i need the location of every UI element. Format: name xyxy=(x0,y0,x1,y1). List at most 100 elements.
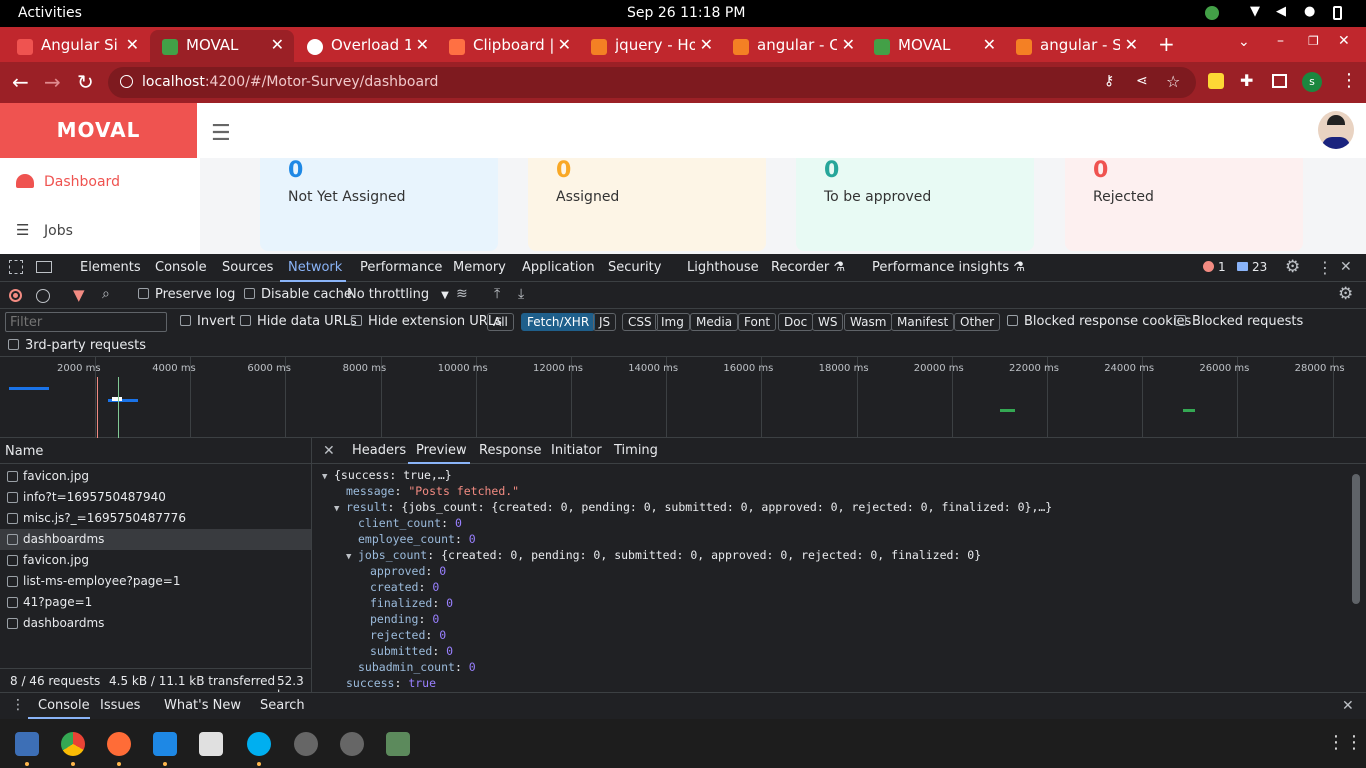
browser-tab[interactable]: Angular Si ✕ xyxy=(5,30,149,62)
close-window-icon[interactable]: ✕ xyxy=(1338,33,1350,49)
devtools-tab-application[interactable]: Application xyxy=(522,260,595,275)
type-filter-css[interactable]: CSS xyxy=(622,313,658,331)
reload-icon[interactable]: ↻ xyxy=(77,70,94,94)
wifi-icon[interactable]: ▼ xyxy=(1250,4,1264,19)
back-icon[interactable]: ← xyxy=(12,70,29,94)
type-filter-doc[interactable]: Doc xyxy=(778,313,814,331)
tab-timing[interactable]: Timing xyxy=(614,443,658,458)
text-editor-app-icon[interactable] xyxy=(199,732,223,756)
drawer-tab-whats-new[interactable]: What's New xyxy=(164,698,241,713)
chrome-menu-icon[interactable]: ⋮ xyxy=(1340,70,1358,91)
tab-response[interactable]: Response xyxy=(479,443,541,458)
files-app-icon[interactable] xyxy=(15,732,39,756)
tab-headers[interactable]: Headers xyxy=(352,443,406,458)
type-filter-other[interactable]: Other xyxy=(954,313,1001,331)
request-row[interactable]: dashboardms xyxy=(0,613,311,634)
filter-funnel-icon[interactable]: ▼ xyxy=(73,286,85,304)
volume-icon[interactable]: ◀ xyxy=(1276,4,1290,19)
close-tab-icon[interactable]: ✕ xyxy=(558,35,571,54)
devtools-tab-console[interactable]: Console xyxy=(155,260,207,275)
profile-icon[interactable]: s xyxy=(1302,72,1322,92)
type-filter-fetch-xhr[interactable]: Fetch/XHR xyxy=(521,313,596,331)
menu-toggle-icon[interactable]: ☰ xyxy=(211,121,231,146)
activities-button[interactable]: Activities xyxy=(18,5,82,21)
message-count-badge[interactable]: 23 xyxy=(1237,260,1267,274)
puzzle-icon[interactable]: ✚ xyxy=(1240,71,1253,90)
type-filter-media[interactable]: Media xyxy=(690,313,739,331)
request-row[interactable]: info?t=1695750487940 xyxy=(0,487,311,508)
third-party-checkbox[interactable]: 3rd-party requests xyxy=(8,338,146,353)
preview-scrollbar[interactable] xyxy=(1352,474,1360,604)
request-row[interactable]: favicon.jpg xyxy=(0,466,311,487)
update-icon[interactable] xyxy=(1205,6,1219,20)
json-root[interactable]: ▼ {success: true,…} xyxy=(322,468,452,482)
share-icon[interactable]: ⋖ xyxy=(1136,73,1148,89)
json-line-result[interactable]: ▼ result: {jobs_count: {created: 0, pendi… xyxy=(334,500,1052,514)
new-tab-icon[interactable]: + xyxy=(1158,32,1175,56)
error-count-badge[interactable]: 1 xyxy=(1203,260,1226,274)
browser-tab[interactable]: Clipboard | ✕ xyxy=(437,30,581,62)
browser-tab[interactable]: angular - S ✕ xyxy=(1004,30,1148,62)
type-filter-all[interactable]: All xyxy=(487,313,514,331)
close-devtools-icon[interactable]: ✕ xyxy=(1340,259,1352,275)
tab-search-icon[interactable]: ⌄ xyxy=(1238,34,1250,50)
tab-preview[interactable]: Preview xyxy=(416,443,467,458)
record-stop-icon[interactable] xyxy=(9,289,22,302)
devtools-tab-sources[interactable]: Sources xyxy=(222,260,273,275)
site-info-icon[interactable] xyxy=(120,75,133,88)
disk-app-icon[interactable] xyxy=(294,732,318,756)
browser-tab[interactable]: jquery - Ho ✕ xyxy=(579,30,723,62)
type-filter-img[interactable]: Img xyxy=(655,313,690,331)
inspect-element-icon[interactable] xyxy=(9,260,23,274)
search-icon[interactable]: ⌕ xyxy=(102,286,110,302)
throttling-select[interactable]: No throttling ▼ xyxy=(347,287,449,302)
devtools-tab-recorder[interactable]: Recorder ⚗ xyxy=(771,260,845,275)
network-conditions-icon[interactable]: ≋ xyxy=(456,286,468,302)
devtools-tab-lighthouse[interactable]: Lighthouse xyxy=(687,260,759,275)
hide-data-urls-checkbox[interactable]: Hide data URLs xyxy=(240,314,357,329)
url-input[interactable]: localhost:4200/#/Motor-Survey/dashboard … xyxy=(108,67,1196,98)
type-filter-js[interactable]: JS xyxy=(593,313,617,331)
devtools-tab-performance-insights[interactable]: Performance insights ⚗ xyxy=(872,260,1025,275)
disable-cache-checkbox[interactable]: Disable cache xyxy=(244,287,352,302)
name-column-header[interactable]: Name xyxy=(5,444,43,459)
request-list-header[interactable]: Name xyxy=(0,438,312,464)
type-filter-font[interactable]: Font xyxy=(738,313,777,331)
close-tab-icon[interactable]: ✕ xyxy=(1125,35,1138,54)
forward-icon[interactable]: → xyxy=(44,70,61,94)
microphone-icon[interactable]: ● xyxy=(1304,4,1318,19)
blocked-requests-checkbox[interactable]: Blocked requests xyxy=(1175,314,1303,329)
request-row[interactable]: favicon.jpg xyxy=(0,550,311,571)
chrome-app-icon[interactable] xyxy=(61,732,85,756)
browser-tab[interactable]: MOVAL ✕ xyxy=(862,30,1006,62)
minimize-icon[interactable]: – xyxy=(1277,33,1284,49)
browser-tab-active[interactable]: MOVAL ✕ xyxy=(150,30,294,62)
devtools-tab-elements[interactable]: Elements xyxy=(80,260,141,275)
devtools-tab-network[interactable]: Network xyxy=(288,260,342,275)
settings-gear-icon[interactable]: ⚙ xyxy=(1285,257,1300,277)
battery-icon[interactable] xyxy=(1333,6,1342,20)
stat-card-assigned[interactable]: 0 Assigned xyxy=(528,158,766,251)
close-details-icon[interactable]: ✕ xyxy=(323,443,335,459)
type-filter-manifest[interactable]: Manifest xyxy=(891,313,955,331)
clear-icon[interactable] xyxy=(36,289,50,303)
export-har-icon[interactable]: ⤓ xyxy=(518,286,524,302)
close-tab-icon[interactable]: ✕ xyxy=(416,35,429,54)
devtools-tab-security[interactable]: Security xyxy=(608,260,661,275)
type-filter-ws[interactable]: WS xyxy=(812,313,844,331)
maximize-icon[interactable]: ❐ xyxy=(1308,34,1319,48)
device-toolbar-icon[interactable] xyxy=(36,261,52,273)
app-logo[interactable]: MOVAL xyxy=(0,103,197,158)
trash-app-icon[interactable] xyxy=(386,732,410,756)
browser-tab[interactable]: Overload 1 ✕ xyxy=(295,30,439,62)
avatar[interactable] xyxy=(1318,111,1354,149)
postman-app-icon[interactable] xyxy=(107,732,131,756)
filter-input[interactable] xyxy=(5,312,167,332)
drawer-tab-console[interactable]: Console xyxy=(38,698,90,713)
disk-app-icon[interactable] xyxy=(340,732,364,756)
drawer-tab-issues[interactable]: Issues xyxy=(100,698,140,713)
sidebar-item-jobs[interactable]: ☰ Jobs xyxy=(16,221,73,239)
close-tab-icon[interactable]: ✕ xyxy=(983,35,996,54)
blocked-cookies-checkbox[interactable]: Blocked response cookies xyxy=(1007,314,1191,329)
vscode-app-icon[interactable] xyxy=(153,732,177,756)
